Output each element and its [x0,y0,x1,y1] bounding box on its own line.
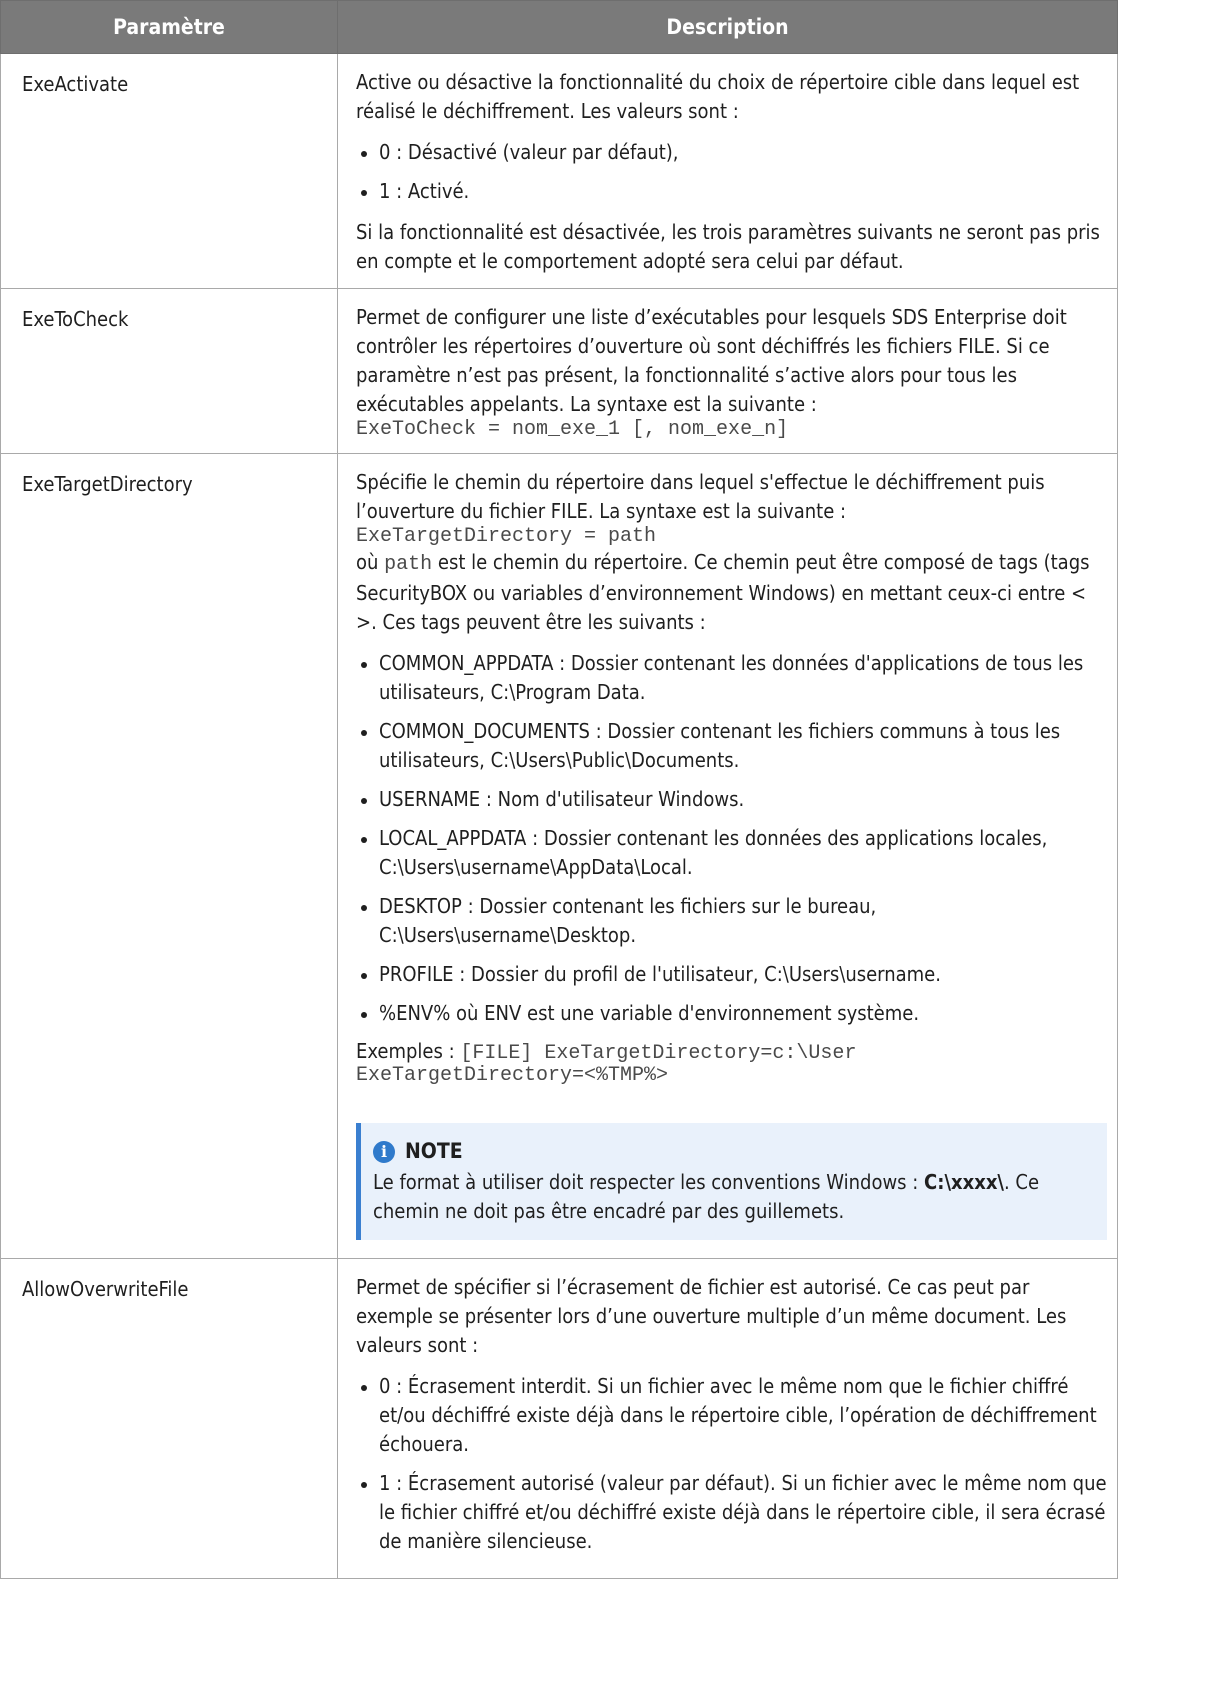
param-description: Permet de spécifier si l’écrasement de f… [337,1258,1118,1579]
list-item: 0 : Écrasement interdit. Si un fichier a… [356,1372,1107,1459]
list-item: USERNAME : Nom d'utilisateur Windows. [356,785,1107,814]
header-description: Description [337,0,1118,54]
examples-label: Exemples : [356,1039,455,1063]
param-name: AllowOverwriteFile [0,1258,338,1579]
list-item: COMMON_DOCUMENTS : Dossier contenant les… [356,717,1107,775]
note-title: NOTE [405,1139,463,1163]
description-text: Spécifie le chemin du répertoire dans le… [356,470,1045,523]
syntax-code: ExeTargetDirectory = path [356,525,657,548]
list-item: LOCAL_APPDATA : Dossier contenant les do… [356,824,1107,882]
examples-line: Exemples : [FILE] ExeTargetDirectory=c:\… [356,1040,1107,1065]
list-item: PROFILE : Dossier du profil de l'utilisa… [356,960,1107,989]
note-text: Le format à utiliser doit respecter les … [373,1168,1091,1226]
description-text: Permet de spécifier si l’écrasement de f… [356,1275,1067,1357]
list-item: 1 : Activé. [356,177,1107,206]
param-description: Spécifie le chemin du répertoire dans le… [337,453,1118,1259]
note-box: i NOTE Le format à utiliser doit respect… [356,1123,1107,1240]
description-text: Permet de configurer une liste d’exécuta… [356,305,1067,416]
param-description: Active ou désactive la fonctionnalité du… [337,53,1118,289]
description-text: Si la fonctionnalité est désactivée, les… [356,220,1100,273]
tags-list: COMMON_APPDATA : Dossier contenant les d… [356,649,1107,1028]
path-word: path [384,553,433,576]
parameters-table: Paramètre Description ExeActivate Active… [0,0,1118,1579]
list-item: DESKTOP : Dossier contenant les fichiers… [356,892,1107,950]
table-header-row: Paramètre Description [0,0,1118,54]
path-suffix: est le chemin du répertoire. Ce chemin p… [356,550,1090,634]
header-parametre: Paramètre [0,0,338,54]
param-name: ExeToCheck [0,288,338,454]
path-prefix: où [356,550,379,574]
param-name: ExeTargetDirectory [0,453,338,1259]
list-item: COMMON_APPDATA : Dossier contenant les d… [356,649,1107,707]
values-list: 0 : Écrasement interdit. Si un fichier a… [356,1372,1107,1556]
note-text-before: Le format à utiliser doit respecter les … [373,1170,919,1194]
table-row: AllowOverwriteFile Permet de spécifier s… [0,1258,1118,1579]
description-text: Active ou désactive la fonctionnalité du… [356,70,1080,123]
info-icon: i [373,1140,395,1163]
table-row: ExeActivate Active ou désactive la fonct… [0,53,1118,289]
param-description: Permet de configurer une liste d’exécuta… [337,288,1118,454]
note-text-bold: C:\xxxx\ [924,1170,1004,1194]
param-name: ExeActivate [0,53,338,289]
example-code-1: [FILE] ExeTargetDirectory=c:\User [460,1042,857,1065]
page: Paramètre Description ExeActivate Active… [0,0,1210,1701]
values-list: 0 : Désactivé (valeur par défaut), 1 : A… [356,138,1107,206]
note-header: i NOTE [373,1137,1091,1166]
table-row: ExeTargetDirectory Spécifie le chemin du… [0,453,1118,1259]
syntax-code: ExeToCheck = nom_exe_1 [, nom_exe_n] [356,418,789,441]
list-item: %ENV% où ENV est une variable d'environn… [356,999,1107,1028]
table-row: ExeToCheck Permet de configurer une list… [0,288,1118,454]
example-code-2: ExeTargetDirectory=<%TMP%> [356,1064,669,1087]
list-item: 0 : Désactivé (valeur par défaut), [356,138,1107,167]
list-item: 1 : Écrasement autorisé (valeur par défa… [356,1469,1107,1556]
description-text: où path est le chemin du répertoire. Ce … [356,548,1107,637]
